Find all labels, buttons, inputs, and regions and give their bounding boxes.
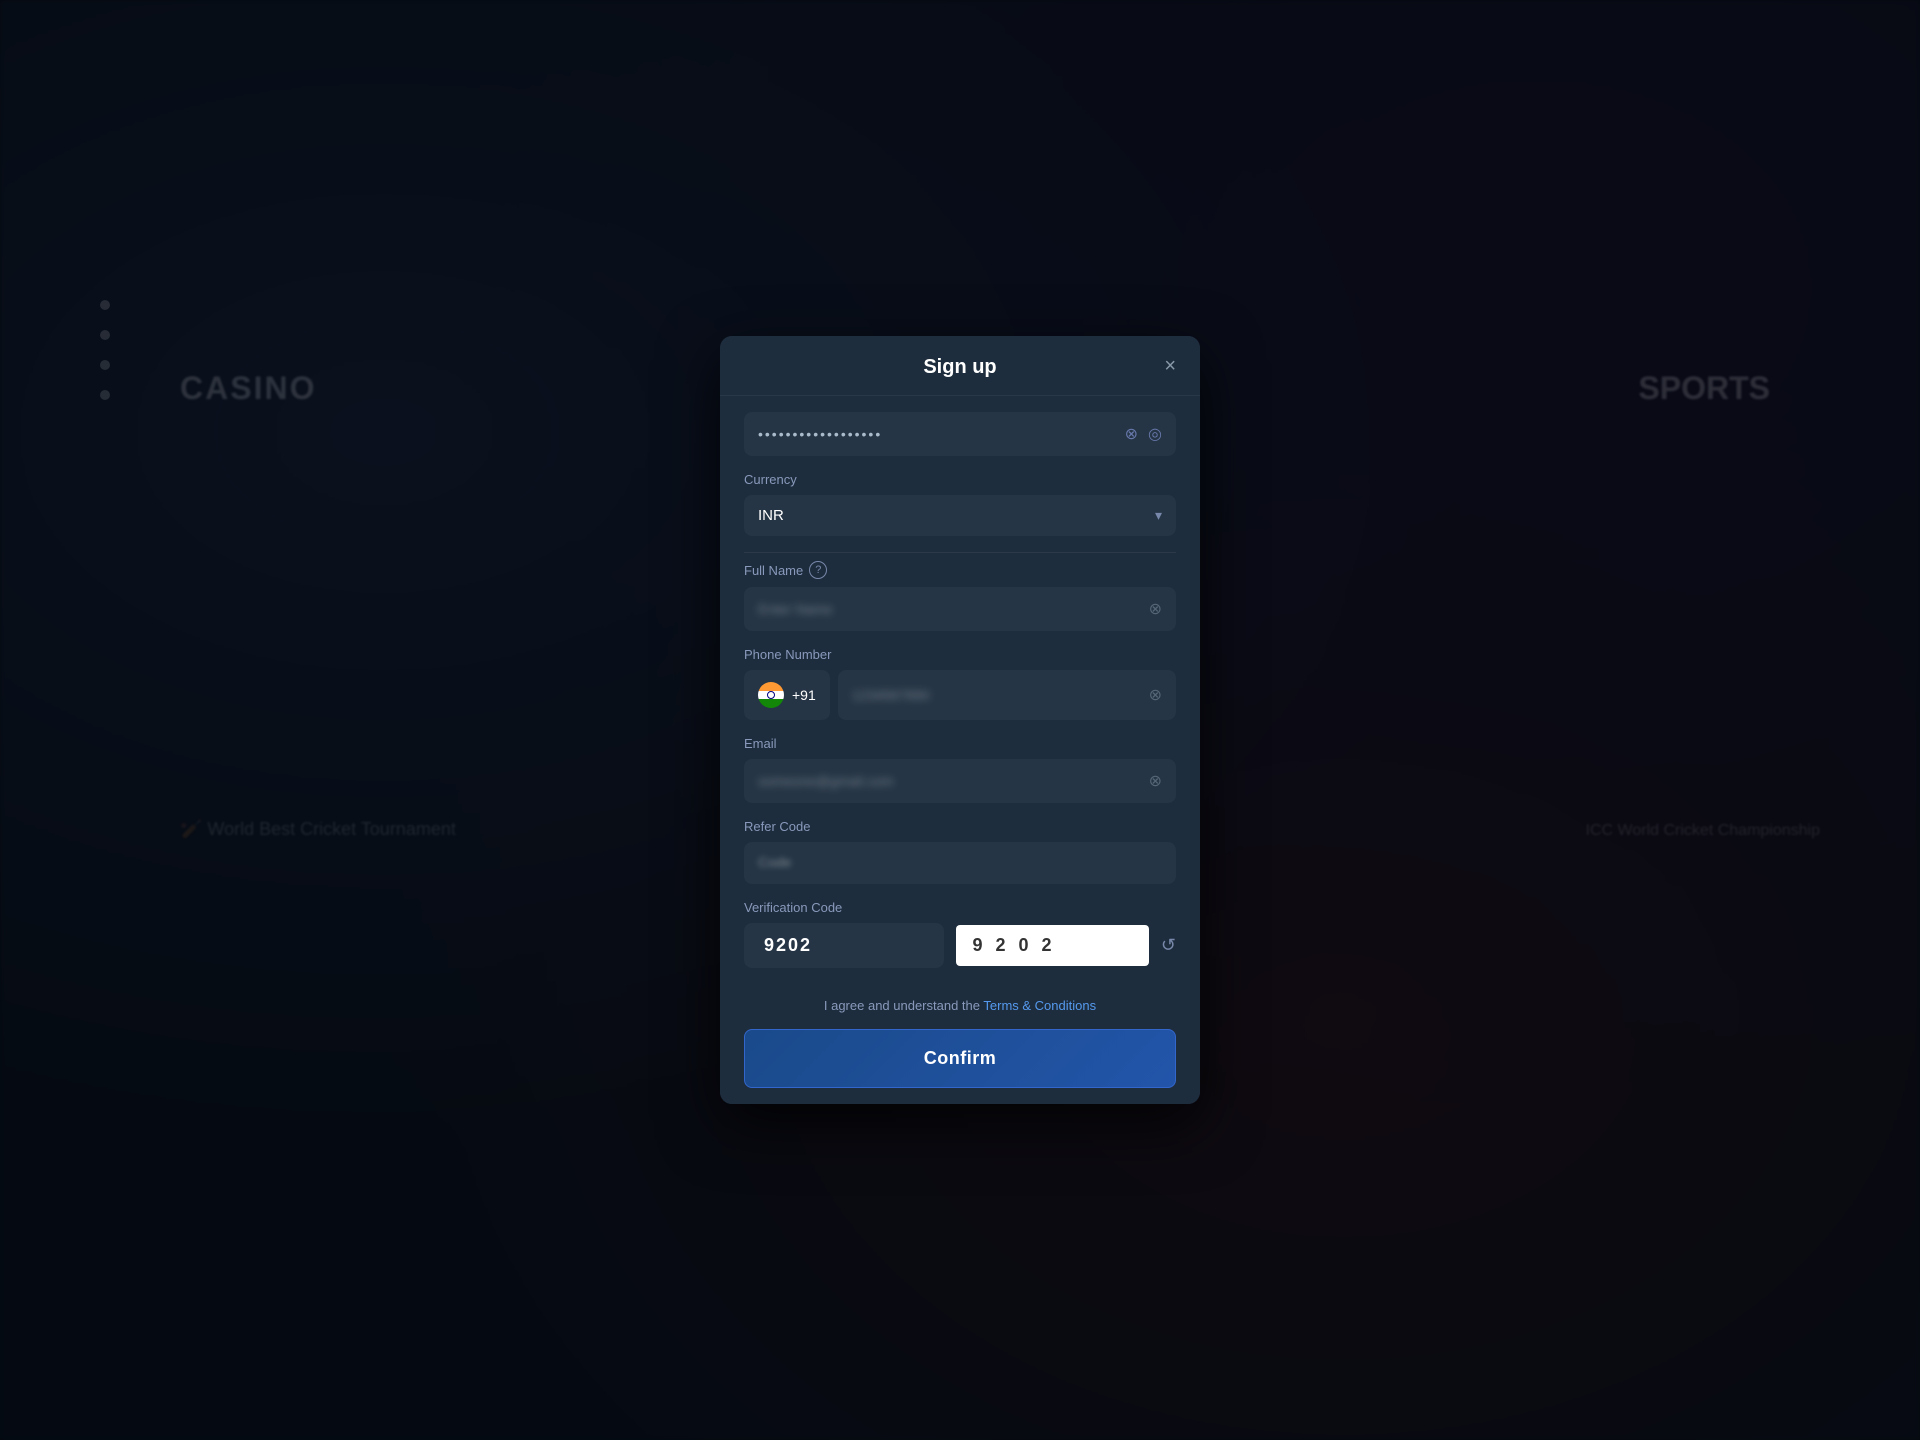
- signup-modal: Sign up × •••••••••••••••••• ⊗ ◎ Currenc…: [720, 336, 1200, 1104]
- fullname-label: Full Name: [744, 563, 803, 578]
- phone-row: +91 1234567890 ⊗: [744, 670, 1176, 720]
- dropdown-arrow-icon: ▾: [1155, 507, 1162, 524]
- refer-code-value: Code: [758, 854, 791, 870]
- flag-bot: [758, 699, 784, 708]
- terms-link[interactable]: Terms & Conditions: [983, 998, 1096, 1013]
- currency-select[interactable]: INR ▾: [744, 495, 1176, 536]
- clear-password-icon[interactable]: ⊗: [1125, 424, 1138, 444]
- country-code-selector[interactable]: +91: [744, 670, 830, 720]
- close-button[interactable]: ×: [1160, 352, 1180, 380]
- currency-label: Currency: [744, 472, 1176, 487]
- confirm-button[interactable]: Confirm: [744, 1029, 1176, 1088]
- password-dots: ••••••••••••••••••: [758, 426, 1115, 442]
- phone-value: 1234567890: [852, 687, 1149, 703]
- phone-label: Phone Number: [744, 647, 1176, 662]
- toggle-password-icon[interactable]: ◎: [1148, 424, 1162, 444]
- verification-row: 9202 9 2 0 2 ↺: [744, 923, 1176, 968]
- bg-bottom-left: 🏏 World Best Cricket Tournament: [180, 819, 456, 840]
- terms-row: I agree and understand the Terms & Condi…: [744, 984, 1176, 1025]
- fullname-value: Enter Name: [758, 601, 1149, 617]
- verification-section: Verification Code 9202 9 2 0 2 ↺: [744, 900, 1176, 968]
- email-input[interactable]: someone@gmail.com ⊗: [744, 759, 1176, 803]
- fullname-section: Full Name ? Enter Name ⊗: [744, 561, 1176, 631]
- bg-text-sports: SPORTS: [1638, 370, 1770, 407]
- fullname-help-icon[interactable]: ?: [809, 561, 827, 579]
- flag-mid: [758, 691, 784, 700]
- refer-code-input[interactable]: Code: [744, 842, 1176, 884]
- modal-title: Sign up: [923, 356, 996, 379]
- currency-section: Currency INR ▾: [744, 472, 1176, 536]
- clear-email-icon[interactable]: ⊗: [1149, 771, 1162, 791]
- clear-phone-icon[interactable]: ⊗: [1149, 685, 1162, 705]
- verification-input-value: 9 2 0 2: [972, 935, 1055, 956]
- verification-input[interactable]: 9 2 0 2: [956, 925, 1148, 966]
- phone-section: Phone Number +91 1234567890: [744, 647, 1176, 720]
- refer-code-label: Refer Code: [744, 819, 1176, 834]
- verification-code-display: 9202: [744, 923, 944, 968]
- flag-top: [758, 682, 784, 691]
- verification-code-number: 9202: [764, 935, 812, 955]
- refresh-verification-icon[interactable]: ↺: [1161, 935, 1176, 956]
- modal-body: •••••••••••••••••• ⊗ ◎ Currency INR ▾ Fu…: [720, 412, 1200, 1104]
- fullname-label-row: Full Name ?: [744, 561, 1176, 579]
- email-label: Email: [744, 736, 1176, 751]
- country-code-text: +91: [792, 687, 816, 703]
- currency-value: INR: [758, 507, 784, 524]
- email-section: Email someone@gmail.com ⊗: [744, 736, 1176, 803]
- modal-header: Sign up ×: [720, 336, 1200, 396]
- email-value: someone@gmail.com: [758, 773, 1149, 789]
- bg-text-casino: CASINO: [180, 370, 316, 407]
- refer-code-section: Refer Code Code: [744, 819, 1176, 884]
- clear-fullname-icon[interactable]: ⊗: [1149, 599, 1162, 619]
- india-flag: [758, 682, 784, 708]
- phone-input[interactable]: 1234567890 ⊗: [838, 670, 1176, 720]
- divider-1: [744, 552, 1176, 553]
- ashoka-chakra: [767, 691, 775, 699]
- bg-bottom-right: ICC World Cricket Championship: [1586, 822, 1820, 840]
- verification-label: Verification Code: [744, 900, 1176, 915]
- terms-prefix: I agree and understand the: [824, 998, 980, 1013]
- sidebar-icons: [100, 300, 110, 400]
- fullname-input[interactable]: Enter Name ⊗: [744, 587, 1176, 631]
- password-field[interactable]: •••••••••••••••••• ⊗ ◎: [744, 412, 1176, 456]
